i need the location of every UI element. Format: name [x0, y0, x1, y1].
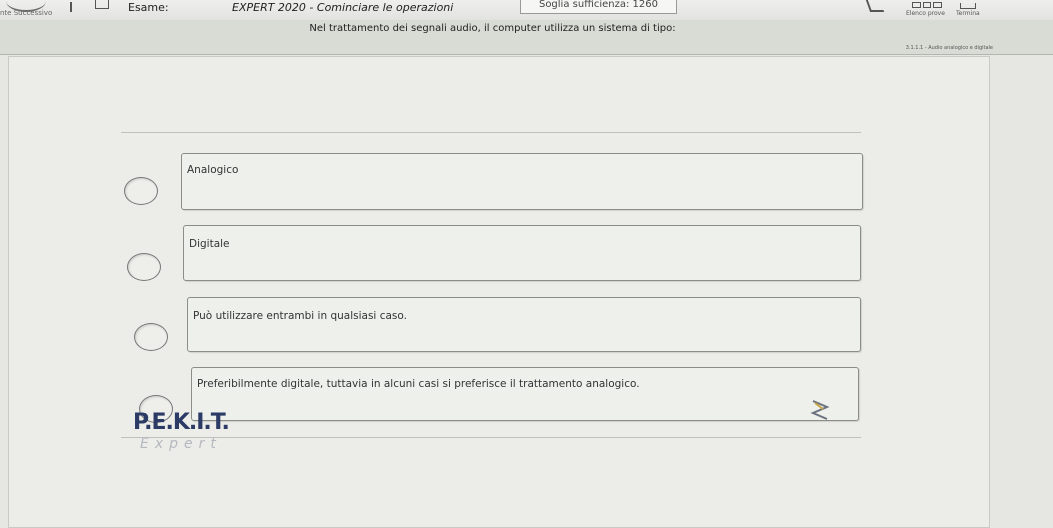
answer-option-1[interactable]: Analogico — [181, 153, 863, 210]
answer-panel: Analogico Digitale Può utilizzare entram… — [8, 56, 990, 528]
answer-option-3[interactable]: Può utilizzare entrambi in qualsiasi cas… — [187, 297, 861, 352]
expert-subtitle: Expert — [140, 436, 222, 452]
exam-label: Esame: — [128, 1, 169, 14]
brand-mark-icon — [810, 400, 830, 420]
question-band: Nel trattamento dei segnali audio, il co… — [0, 20, 1053, 55]
question-text: Nel trattamento dei segnali audio, il co… — [309, 23, 676, 34]
answer-radio-3[interactable] — [134, 323, 168, 351]
answer-option-4[interactable]: Preferibilmente digitale, tuttavia in al… — [191, 367, 859, 421]
answer-radio-1[interactable] — [124, 177, 158, 205]
threshold-field: Soglia sufficienza: 1260 — [520, 0, 677, 14]
exam-title: EXPERT 2020 - Cominciare le operazioni — [232, 1, 454, 14]
divider-top — [121, 132, 861, 133]
back-arrow-icon[interactable] — [865, 0, 885, 12]
pekit-logo: P.E.K.I.T. — [133, 410, 230, 435]
toolbar-separator — [70, 2, 72, 12]
answer-option-2[interactable]: Digitale — [183, 225, 861, 281]
topic-code: 3.1.1.1 - Audio analogico e digitale — [905, 45, 993, 51]
answer-label-2: Digitale — [189, 238, 230, 250]
divider-bottom — [121, 437, 861, 438]
bookmark-icon[interactable] — [95, 0, 109, 9]
next-button-label[interactable]: nte Successivo — [0, 9, 52, 17]
test-list-label[interactable]: Elenco prove — [906, 10, 945, 17]
answer-label-1: Analogico — [187, 164, 239, 176]
answer-label-4: Preferibilmente digitale, tuttavia in al… — [197, 378, 640, 390]
test-list-icon[interactable] — [912, 2, 943, 8]
answer-radio-2[interactable] — [127, 253, 161, 281]
end-exam-icon[interactable] — [960, 3, 976, 9]
toolbar: nte Successivo Esame: EXPERT 2020 - Comi… — [0, 0, 1053, 21]
answer-label-3: Può utilizzare entrambi in qualsiasi cas… — [193, 310, 407, 322]
end-exam-label[interactable]: Termina — [956, 10, 980, 17]
